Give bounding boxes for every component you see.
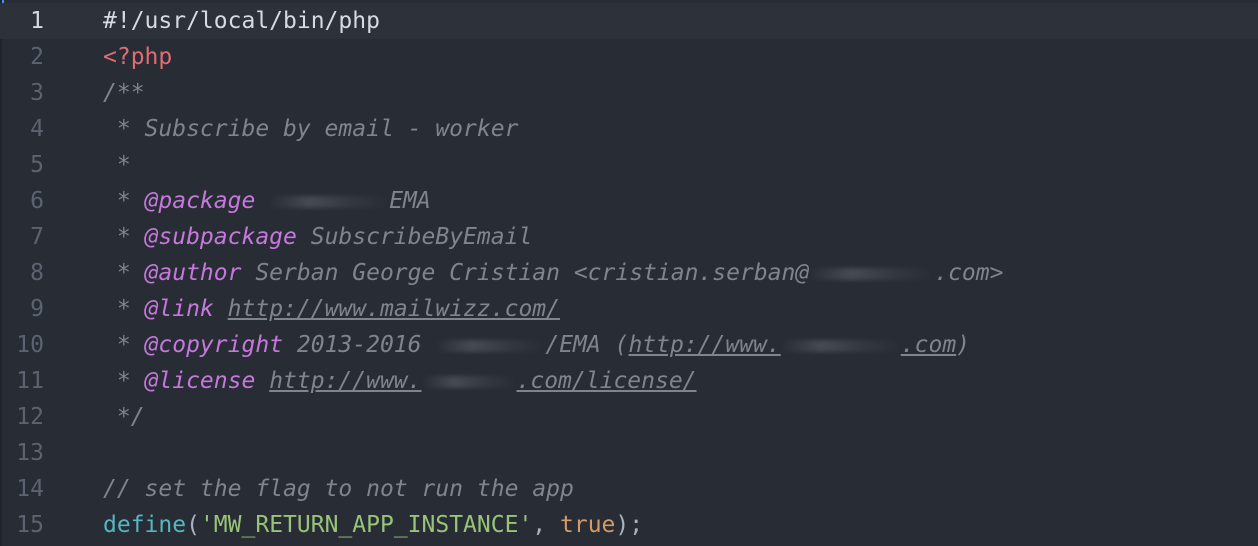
line-content[interactable]: *: [103, 147, 131, 183]
doc-text: .com>: [934, 260, 1004, 286]
doc-text: [255, 188, 269, 214]
line-content[interactable]: // set the flag to not run the app: [103, 471, 574, 507]
line-number[interactable]: 2: [0, 39, 44, 75]
line-number[interactable]: 10: [0, 327, 44, 363]
line-number[interactable]: 3: [0, 75, 44, 111]
line-content[interactable]: #!/usr/local/bin/php: [103, 3, 380, 39]
code-line-13[interactable]: 13: [0, 435, 1258, 471]
punctuation: );: [615, 512, 644, 538]
code-line-7[interactable]: 7 * @subpackage SubscribeByEmail: [0, 219, 1258, 255]
link-url[interactable]: http://www. .com/license/: [269, 368, 696, 394]
doc-star: *: [103, 188, 145, 214]
line-content[interactable]: * @copyright 2013-2016 /EMA (http://www.…: [103, 327, 970, 363]
php-open-tag: <?php: [103, 44, 173, 70]
doc-text: /EMA (: [545, 332, 629, 358]
line-number[interactable]: 8: [0, 255, 44, 291]
line-content[interactable]: * @subpackage SubscribeByEmail: [103, 219, 532, 255]
doc-tag-package: @package: [144, 188, 256, 214]
redacted-blur: [269, 195, 390, 208]
code-line-3[interactable]: 3 /**: [0, 75, 1258, 111]
doc-text: [214, 296, 228, 322]
doc-tag-copyright: @copyright: [144, 332, 284, 358]
line-comment: // set the flag to not run the app: [103, 476, 574, 502]
doc-comment: *: [103, 152, 131, 178]
line-number[interactable]: 9: [0, 291, 44, 327]
doc-star: *: [103, 296, 145, 322]
redacted-blur: [780, 339, 901, 352]
redacted-blur: [421, 375, 517, 388]
doc-star: *: [103, 224, 145, 250]
line-number[interactable]: 5: [0, 147, 44, 183]
doc-tag-subpackage: @subpackage: [144, 224, 297, 250]
line-content[interactable]: */: [103, 399, 145, 435]
line-content[interactable]: * Subscribe by email - worker: [103, 111, 519, 147]
code-line-4[interactable]: 4 * Subscribe by email - worker: [0, 111, 1258, 147]
function-name: define: [103, 512, 187, 538]
line-number[interactable]: 12: [0, 399, 44, 435]
code-line-1[interactable]: 1 #!/usr/local/bin/php: [0, 3, 1258, 39]
shebang: #!/usr/local/bin/php: [103, 8, 380, 34]
code-line-15[interactable]: 15 define('MW_RETURN_APP_INSTANCE', true…: [0, 507, 1258, 543]
doc-star: *: [103, 332, 145, 358]
string-literal: 'MW_RETURN_APP_INSTANCE': [199, 512, 533, 538]
line-number[interactable]: 6: [0, 183, 44, 219]
punctuation: ,: [532, 512, 560, 538]
line-content[interactable]: * @author Serban George Cristian <cristi…: [103, 255, 1004, 291]
redacted-blur: [435, 339, 546, 352]
line-number[interactable]: 4: [0, 111, 44, 147]
doc-text: EMA: [389, 188, 431, 214]
doc-text: ): [956, 332, 971, 358]
line-content[interactable]: <?php: [103, 39, 172, 75]
punctuation: (: [186, 512, 200, 538]
line-number[interactable]: 1: [0, 3, 44, 39]
code-editor[interactable]: 1 #!/usr/local/bin/php 2 <?php 3 /** 4 *…: [0, 0, 1258, 546]
line-content[interactable]: * @link http://www.mailwizz.com/: [103, 291, 560, 327]
line-number[interactable]: 14: [0, 471, 44, 507]
doc-tag-author: @author: [144, 260, 242, 286]
line-content[interactable]: define('MW_RETURN_APP_INSTANCE', true);: [103, 507, 643, 543]
doc-text: SubscribeByEmail: [296, 224, 533, 250]
doc-text: [255, 368, 269, 394]
doc-tag-link: @link: [144, 296, 214, 322]
code-line-14[interactable]: 14 // set the flag to not run the app: [0, 471, 1258, 507]
boolean-literal: true: [560, 512, 616, 538]
link-url[interactable]: http://www.mailwizz.com/: [228, 296, 560, 322]
line-number[interactable]: 15: [0, 507, 44, 543]
doc-comment: /**: [103, 80, 145, 106]
code-line-6[interactable]: 6 * @package EMA: [0, 183, 1258, 219]
line-number[interactable]: 7: [0, 219, 44, 255]
doc-comment: * Subscribe by email - worker: [103, 116, 519, 142]
code-line-10[interactable]: 10 * @copyright 2013-2016 /EMA (http://w…: [0, 327, 1258, 363]
line-content[interactable]: * @package EMA: [103, 183, 431, 219]
doc-text: Serban George Cristian <cristian.serban@: [241, 260, 810, 286]
line-number[interactable]: 11: [0, 363, 44, 399]
redacted-blur: [809, 267, 935, 280]
code-line-5[interactable]: 5 *: [0, 147, 1258, 183]
code-line-11[interactable]: 11 * @license http://www. .com/license/: [0, 363, 1258, 399]
doc-comment: */: [103, 404, 145, 430]
line-content[interactable]: * @license http://www. .com/license/: [103, 363, 697, 399]
line-content[interactable]: /**: [103, 75, 145, 111]
doc-tag-license: @license: [144, 368, 256, 394]
line-number[interactable]: 13: [0, 435, 44, 471]
code-line-2[interactable]: 2 <?php: [0, 39, 1258, 75]
doc-text: 2013-2016: [283, 332, 436, 358]
code-line-12[interactable]: 12 */: [0, 399, 1258, 435]
link-url[interactable]: http://www. .com: [628, 332, 956, 358]
code-line-9[interactable]: 9 * @link http://www.mailwizz.com/: [0, 291, 1258, 327]
doc-star: *: [103, 260, 145, 286]
code-line-8[interactable]: 8 * @author Serban George Cristian <cris…: [0, 255, 1258, 291]
doc-star: *: [103, 368, 145, 394]
